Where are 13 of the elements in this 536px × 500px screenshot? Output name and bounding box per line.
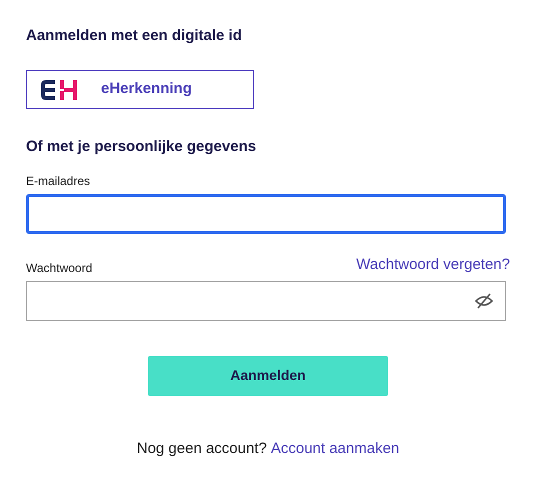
hidden-eye-icon[interactable]	[475, 292, 493, 308]
section-heading: Of met je persoonlijke gegevens	[26, 137, 258, 157]
password-field[interactable]	[26, 280, 506, 320]
field-label: Wachtwoord	[26, 260, 92, 276]
create-account-link[interactable]: Account aanmaken	[270, 438, 400, 460]
eherkenning-button[interactable]: eHerkenning	[26, 70, 254, 109]
logo-icon	[39, 78, 79, 102]
no-account-text: Nog geen account?	[136, 438, 267, 458]
login-button[interactable]: Aanmelden	[148, 356, 388, 396]
field-label: E-mailadres	[26, 173, 90, 190]
email-field[interactable]	[26, 194, 506, 234]
section-heading: Aanmelden met een digitale id	[26, 26, 243, 46]
forgot-password-link[interactable]: Wachtwoord vergeten?	[356, 254, 510, 276]
